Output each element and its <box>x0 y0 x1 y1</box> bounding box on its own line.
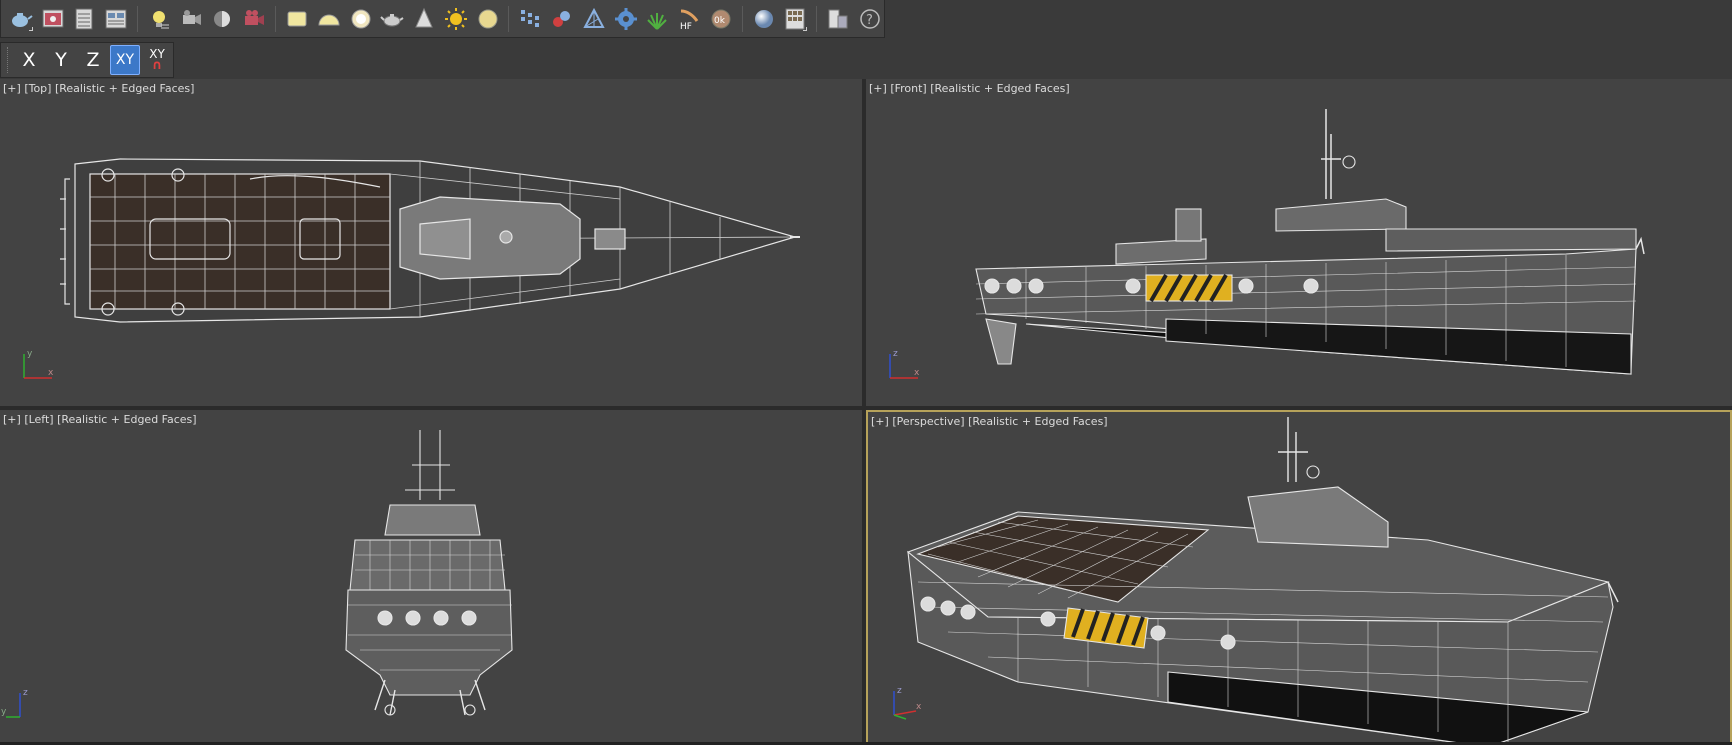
viewport-left-point-of-view[interactable]: [Left] <box>24 413 53 426</box>
axis-gizmo-icon: z y <box>1 688 28 718</box>
viewport-front-point-of-view[interactable]: [Front] <box>890 82 926 95</box>
viewport-left-label[interactable]: [+] [Left] [Realistic + Edged Faces] <box>3 413 197 426</box>
gizmo-x-label: x <box>914 368 920 378</box>
ok-label: 0k <box>714 16 726 26</box>
plane-icon[interactable] <box>283 4 311 33</box>
omni-light-icon[interactable] <box>209 4 237 33</box>
main-toolbar: HF 0k ? <box>0 0 885 38</box>
viewport-front-shading-menu[interactable]: [Realistic + Edged Faces] <box>930 82 1069 95</box>
gizmo-z-label: z <box>893 349 898 359</box>
gizmo-z-label: z <box>897 686 902 696</box>
hf-label: HF <box>680 22 692 31</box>
viewport-top-plus-menu[interactable]: [+] <box>3 82 21 95</box>
axis-gizmo-icon: z x <box>889 349 920 379</box>
grass-icon[interactable] <box>644 4 672 33</box>
teapot-icon[interactable] <box>7 4 35 33</box>
axis-z-button[interactable]: Z <box>78 45 108 75</box>
perspective-view-ship-model[interactable] <box>868 412 1732 745</box>
gizmo-z-label: z <box>23 688 28 698</box>
material-editor-icon[interactable] <box>782 4 810 33</box>
axis-xy-button[interactable]: XY <box>110 45 140 75</box>
gizmo-x-label: x <box>916 702 922 712</box>
magnet-icon: ∩ <box>151 58 163 73</box>
cone-icon[interactable] <box>410 4 438 33</box>
toolbar-separator <box>508 5 510 32</box>
gizmo-x-label: x <box>48 368 54 378</box>
gizmo-y-label: y <box>27 349 33 359</box>
viewport-top[interactable]: [+] [Top] [Realistic + Edged Faces] y x <box>0 79 862 406</box>
toolbar-separator <box>816 5 818 32</box>
sphere-material-icon[interactable] <box>750 4 778 33</box>
viewport-left-shading-menu[interactable]: [Realistic + Edged Faces] <box>57 413 196 426</box>
particle-icon[interactable] <box>548 4 576 33</box>
sun-icon[interactable] <box>442 4 470 33</box>
viewport-area: [+] [Top] [Realistic + Edged Faces] y x <box>0 79 1732 745</box>
camera-icon[interactable] <box>177 4 205 33</box>
grid-array-icon[interactable] <box>516 4 544 33</box>
axis-gizmo-icon: y x <box>23 349 54 379</box>
viewport-top-point-of-view[interactable]: [Top] <box>24 82 51 95</box>
top-view-ship-model[interactable] <box>0 79 862 406</box>
light-lister-icon[interactable] <box>145 4 173 33</box>
render-frame-icon[interactable] <box>39 4 67 33</box>
left-view-ship-model[interactable] <box>0 410 862 745</box>
viewport-perspective-plus-menu[interactable]: [+] <box>871 415 889 428</box>
rendered-frame-window-icon[interactable] <box>102 4 130 33</box>
dome-icon[interactable] <box>315 4 343 33</box>
gear-icon[interactable] <box>612 4 640 33</box>
help-icon[interactable]: ? <box>856 4 884 33</box>
camera-sequence-icon[interactable] <box>240 4 268 33</box>
axis-x-button[interactable]: X <box>14 45 44 75</box>
svg-text:?: ? <box>866 13 873 28</box>
geometry-icon[interactable] <box>580 4 608 33</box>
viewport-left-plus-menu[interactable]: [+] <box>3 413 21 426</box>
viewport-perspective-point-of-view[interactable]: [Perspective] <box>892 415 964 428</box>
disc-icon[interactable] <box>474 4 502 33</box>
toolbar-grip[interactable] <box>7 47 10 73</box>
axis-gizmo-icon: z x <box>893 686 922 720</box>
toolbar-separator <box>741 5 743 32</box>
viewport-front-plus-menu[interactable]: [+] <box>869 82 887 95</box>
toolbar-separator <box>275 5 277 32</box>
scene-converter-icon[interactable] <box>824 4 852 33</box>
viewport-front[interactable]: [+] [Front] [Realistic + Edged Faces] z … <box>866 79 1732 406</box>
viewport-perspective-shading-menu[interactable]: [Realistic + Edged Faces] <box>968 415 1107 428</box>
toolbar-separator <box>137 5 139 32</box>
hf-hair-icon[interactable]: HF <box>675 4 703 33</box>
front-view-ship-model[interactable] <box>866 79 1732 406</box>
viewport-top-label[interactable]: [+] [Top] [Realistic + Edged Faces] <box>3 82 194 95</box>
teapot-object-icon[interactable] <box>378 4 406 33</box>
axis-y-button[interactable]: Y <box>46 45 76 75</box>
viewport-front-label[interactable]: [+] [Front] [Realistic + Edged Faces] <box>869 82 1070 95</box>
viewport-left[interactable]: [+] [Left] [Realistic + Edged Faces] z y <box>0 410 862 745</box>
viewport-perspective[interactable]: [+] [Perspective] [Realistic + Edged Fac… <box>866 410 1732 745</box>
sphere-light-icon[interactable] <box>347 4 375 33</box>
gizmo-y-label: y <box>1 707 7 717</box>
viewport-top-shading-menu[interactable]: [Realistic + Edged Faces] <box>55 82 194 95</box>
viewport-perspective-label[interactable]: [+] [Perspective] [Realistic + Edged Fac… <box>871 415 1108 428</box>
axis-constraints-toolbar: X Y Z XY XY ∩ <box>0 42 174 78</box>
render-setup-icon[interactable] <box>71 4 99 33</box>
axis-xy-snap-button[interactable]: XY ∩ <box>142 45 172 75</box>
0k-material-icon[interactable]: 0k <box>707 4 735 33</box>
